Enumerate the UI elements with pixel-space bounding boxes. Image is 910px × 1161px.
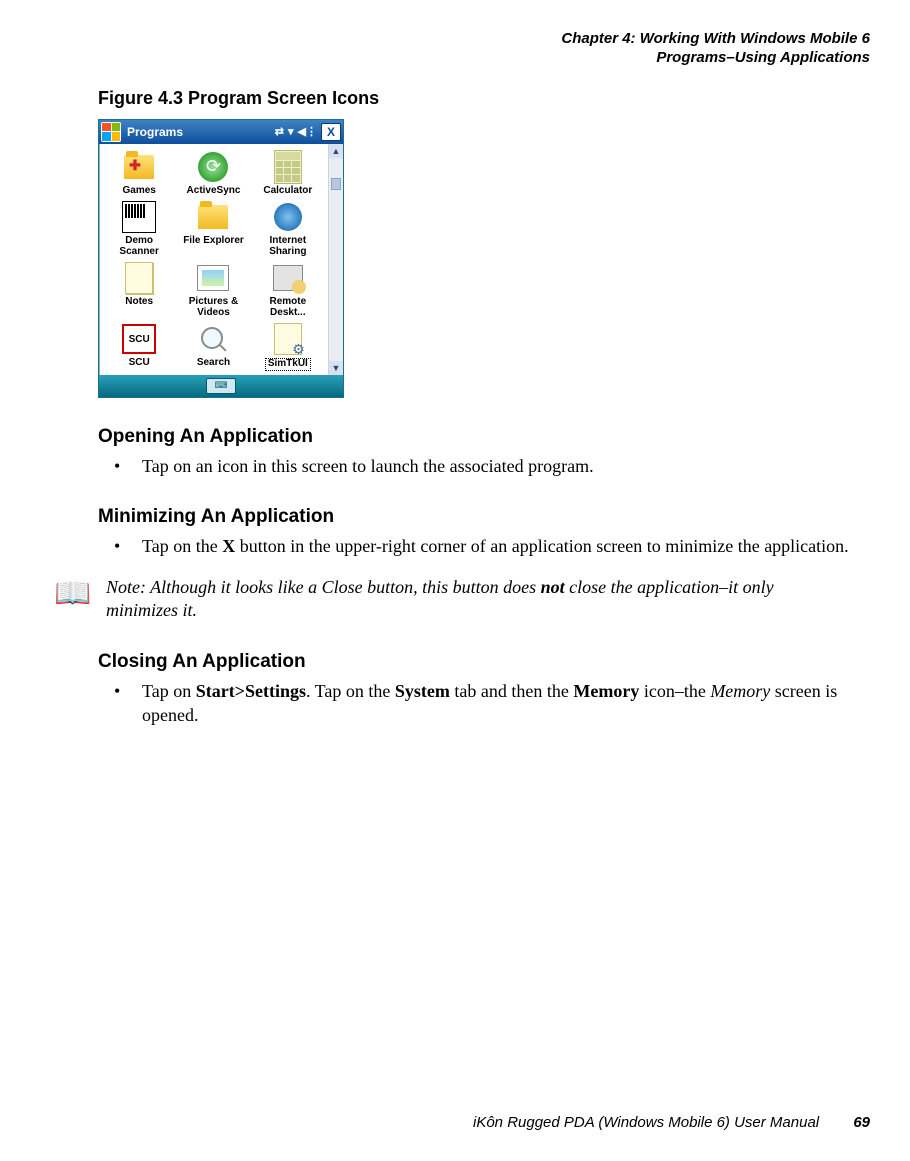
app-scu[interactable]: SCU SCU (103, 322, 175, 371)
list-item: Tap on an icon in this screen to launch … (124, 454, 870, 478)
t: Memory (573, 681, 639, 701)
scroll-down-icon[interactable]: ▼ (329, 361, 343, 375)
sip-bar: ⌨ (99, 375, 343, 397)
note-pre: Although it looks like a Close button, t… (150, 577, 540, 597)
bullet-list: Tap on Start>Settings. Tap on the System… (98, 679, 870, 728)
app-file-explorer[interactable]: File Explorer (177, 200, 249, 257)
book-icon: 📖 (50, 574, 96, 613)
signal-icon: ▾ (288, 125, 294, 138)
titlebar: Programs ⇄ ▾ ◀⋮ X (99, 120, 343, 144)
header-line1: Chapter 4: Working With Windows Mobile 6 (40, 30, 870, 49)
bullet-text: Tap on an icon in this screen to launch … (142, 456, 594, 476)
calculator-icon (271, 150, 305, 184)
note-bold: not (541, 577, 565, 597)
text-bold: X (222, 536, 235, 556)
remote-desktop-icon (271, 261, 305, 295)
header-line2: Programs–Using Applications (40, 49, 870, 68)
figure-caption: Figure 4.3 Program Screen Icons (98, 88, 870, 109)
list-item: Tap on the X button in the upper-right c… (124, 534, 870, 558)
app-notes[interactable]: Notes (103, 261, 175, 318)
t: Memory (710, 681, 770, 701)
heading-closing: Closing An Application (98, 651, 870, 673)
app-label: Games (122, 186, 155, 197)
note: 📖 Note: Although it looks like a Close b… (50, 576, 830, 623)
page-footer: iKôn Rugged PDA (Windows Mobile 6) User … (0, 1114, 870, 1131)
note-label: Note: (106, 577, 150, 597)
app-label: SCU (129, 358, 150, 369)
close-button[interactable]: X (321, 123, 341, 141)
pictures-icon (196, 261, 230, 295)
t: System (395, 681, 450, 701)
footer-text: iKôn Rugged PDA (Windows Mobile 6) User … (473, 1114, 819, 1131)
scrollbar[interactable]: ▲ ▼ (328, 144, 343, 375)
app-label: SimTkUI (265, 358, 311, 371)
app-pictures-videos[interactable]: Pictures & Videos (177, 261, 249, 318)
app-remote-desktop[interactable]: Remote Deskt... (252, 261, 324, 318)
status-icons: ⇄ ▾ ◀⋮ (275, 125, 317, 138)
barcode-icon (122, 200, 156, 234)
text-pre: Tap on the (142, 536, 222, 556)
t: tab and then the (450, 681, 573, 701)
search-icon (196, 322, 230, 356)
programs-grid: Games ⟳ ActiveSync Calculator Demo Scann… (99, 144, 328, 375)
heading-opening: Opening An Application (98, 426, 870, 448)
app-label: Search (197, 358, 230, 369)
app-simtkui[interactable]: SimTkUI (252, 322, 324, 371)
note-text: Note: Although it looks like a Close but… (106, 576, 830, 623)
app-label: Pictures & Videos (189, 297, 238, 318)
window-title: Programs (125, 125, 271, 139)
bullet-list: Tap on an icon in this screen to launch … (98, 454, 870, 478)
volume-icon: ◀⋮ (298, 125, 317, 138)
app-label: Notes (125, 297, 153, 308)
t: Start>Settings (196, 681, 306, 701)
app-label: Internet Sharing (269, 236, 306, 257)
notes-icon (122, 261, 156, 295)
app-label: Demo Scanner (119, 236, 158, 257)
app-demo-scanner[interactable]: Demo Scanner (103, 200, 175, 257)
activesync-icon: ⟳ (196, 150, 230, 184)
heading-minimizing: Minimizing An Application (98, 506, 870, 528)
scu-icon: SCU (122, 322, 156, 356)
simtkui-icon (271, 322, 305, 356)
app-games[interactable]: Games (103, 150, 175, 197)
t: icon–the (639, 681, 710, 701)
page-number: 69 (853, 1114, 870, 1131)
t: Tap on (142, 681, 196, 701)
games-icon (122, 150, 156, 184)
folder-icon (196, 200, 230, 234)
scroll-thumb[interactable] (331, 178, 341, 190)
page-header: Chapter 4: Working With Windows Mobile 6… (40, 30, 870, 68)
start-icon[interactable] (101, 122, 121, 142)
app-label: File Explorer (183, 236, 244, 247)
programs-screenshot: Programs ⇄ ▾ ◀⋮ X Games ⟳ ActiveSync Cal… (98, 119, 344, 398)
app-search[interactable]: Search (177, 322, 249, 371)
app-internet-sharing[interactable]: Internet Sharing (252, 200, 324, 257)
app-label: Calculator (263, 186, 312, 197)
scroll-up-icon[interactable]: ▲ (329, 144, 343, 158)
close-icon: X (327, 125, 335, 139)
globe-icon (271, 200, 305, 234)
app-calculator[interactable]: Calculator (252, 150, 324, 197)
sync-status-icon: ⇄ (275, 125, 284, 138)
list-item: Tap on Start>Settings. Tap on the System… (124, 679, 870, 728)
text-post: button in the upper-right corner of an a… (235, 536, 848, 556)
keyboard-icon[interactable]: ⌨ (206, 378, 236, 394)
t: . Tap on the (306, 681, 395, 701)
app-activesync[interactable]: ⟳ ActiveSync (177, 150, 249, 197)
bullet-list: Tap on the X button in the upper-right c… (98, 534, 870, 558)
app-label: Remote Deskt... (269, 297, 306, 318)
app-label: ActiveSync (187, 186, 241, 197)
